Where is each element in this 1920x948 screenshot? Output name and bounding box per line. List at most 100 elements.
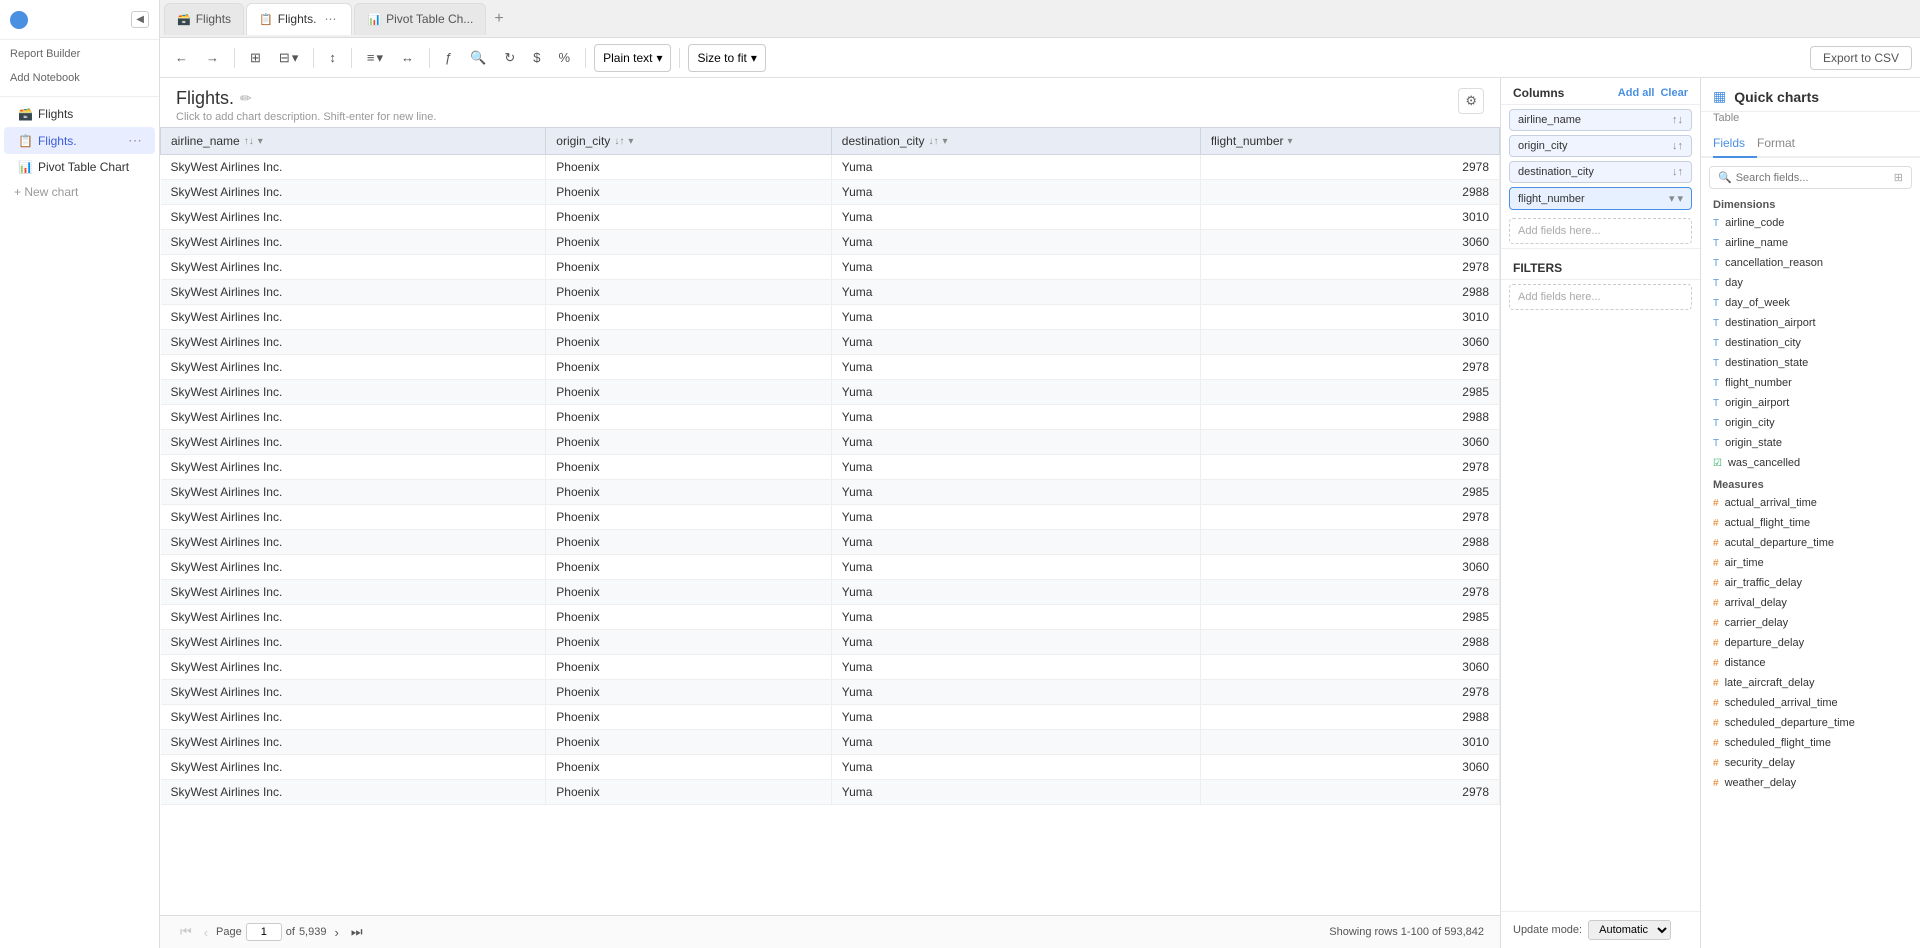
- table-row[interactable]: SkyWest Airlines Inc.PhoenixYuma3060: [161, 430, 1500, 455]
- field-item-destination_city[interactable]: T destination_city: [1701, 333, 1920, 353]
- field-item-day_of_week[interactable]: T day_of_week: [1701, 293, 1920, 313]
- field-item-air_traffic_delay[interactable]: # air_traffic_delay: [1701, 573, 1920, 593]
- table-row[interactable]: SkyWest Airlines Inc.PhoenixYuma2978: [161, 455, 1500, 480]
- field-item-late_aircraft_delay[interactable]: # late_aircraft_delay: [1701, 673, 1920, 693]
- filter-icon-flight-number[interactable]: ▾: [1288, 136, 1293, 147]
- field-item-scheduled_arrival_time[interactable]: # scheduled_arrival_time: [1701, 693, 1920, 713]
- add-columns-placeholder[interactable]: Add fields here...: [1509, 218, 1692, 244]
- sort-icon-origin-city[interactable]: ↓↑: [614, 136, 624, 147]
- field-item-actual_arrival_time[interactable]: # actual_arrival_time: [1701, 493, 1920, 513]
- sidebar-item-more-button[interactable]: ⋯: [125, 132, 145, 149]
- size-to-fit-select[interactable]: Size to fit ▾: [688, 44, 765, 72]
- sidebar-item-flights[interactable]: 🗃️ Flights: [4, 102, 155, 126]
- chip-sort-icon[interactable]: ↓↑: [1672, 140, 1683, 152]
- column-chip-origin_city[interactable]: origin_city ↓↑: [1509, 135, 1692, 157]
- filter-icon-destination-city[interactable]: ▾: [943, 136, 948, 147]
- table-row[interactable]: SkyWest Airlines Inc.PhoenixYuma2978: [161, 355, 1500, 380]
- table-row[interactable]: SkyWest Airlines Inc.PhoenixYuma2988: [161, 630, 1500, 655]
- filter-button[interactable]: 🔍: [463, 46, 493, 70]
- field-item-scheduled_flight_time[interactable]: # scheduled_flight_time: [1701, 733, 1920, 753]
- field-item-scheduled_departure_time[interactable]: # scheduled_departure_time: [1701, 713, 1920, 733]
- export-csv-button[interactable]: Export to CSV: [1810, 46, 1912, 70]
- add-all-button[interactable]: Add all: [1618, 87, 1655, 99]
- tab-flights[interactable]: 🗃️ Flights: [164, 3, 244, 35]
- chip-arrow-icon[interactable]: ▾: [1677, 192, 1683, 205]
- chart-edit-icon[interactable]: ✏: [240, 90, 252, 107]
- update-mode-select[interactable]: Automatic Manual: [1588, 920, 1671, 940]
- field-item-destination_state[interactable]: T destination_state: [1701, 353, 1920, 373]
- field-item-cancellation_reason[interactable]: T cancellation_reason: [1701, 253, 1920, 273]
- table-row[interactable]: SkyWest Airlines Inc.PhoenixYuma3010: [161, 205, 1500, 230]
- sidebar-item-report-builder[interactable]: Report Builder: [0, 40, 159, 64]
- field-item-origin_city[interactable]: T origin_city: [1701, 413, 1920, 433]
- table-row[interactable]: SkyWest Airlines Inc.PhoenixYuma3060: [161, 655, 1500, 680]
- pivot-button[interactable]: ↻: [497, 46, 522, 70]
- table-row[interactable]: SkyWest Airlines Inc.PhoenixYuma2978: [161, 155, 1500, 180]
- table-row[interactable]: SkyWest Airlines Inc.PhoenixYuma2978: [161, 780, 1500, 805]
- chip-sort-icon[interactable]: ↓↑: [1672, 166, 1683, 178]
- field-item-carrier_delay[interactable]: # carrier_delay: [1701, 613, 1920, 633]
- view-toggle-button[interactable]: ⊞: [243, 46, 268, 70]
- field-item-arrival_delay[interactable]: # arrival_delay: [1701, 593, 1920, 613]
- field-item-origin_airport[interactable]: T origin_airport: [1701, 393, 1920, 413]
- table-row[interactable]: SkyWest Airlines Inc.PhoenixYuma3060: [161, 755, 1500, 780]
- field-item-acutal_departure_time[interactable]: # acutal_departure_time: [1701, 533, 1920, 553]
- align-button[interactable]: ≡ ▾: [360, 46, 390, 70]
- chip-sort-icon[interactable]: ↑↓: [1672, 114, 1683, 126]
- search-input[interactable]: [1736, 172, 1890, 184]
- first-page-button[interactable]: ⏮: [176, 922, 196, 942]
- table-row[interactable]: SkyWest Airlines Inc.PhoenixYuma2988: [161, 405, 1500, 430]
- table-row[interactable]: SkyWest Airlines Inc.PhoenixYuma3010: [161, 730, 1500, 755]
- sort-icon-destination-city[interactable]: ↓↑: [929, 136, 939, 147]
- chart-settings-button[interactable]: ⚙: [1458, 88, 1484, 114]
- sidebar-item-add-notebook[interactable]: Add Notebook: [0, 64, 159, 88]
- next-page-button[interactable]: ›: [330, 923, 342, 942]
- table-row[interactable]: SkyWest Airlines Inc.PhoenixYuma2985: [161, 380, 1500, 405]
- data-table-wrapper[interactable]: airline_name ↑↓ ▾ origin_city ↓↑ ▾: [160, 127, 1500, 915]
- prev-page-button[interactable]: ‹: [200, 923, 212, 942]
- filter-icon-airline-name[interactable]: ▾: [258, 136, 263, 147]
- table-row[interactable]: SkyWest Airlines Inc.PhoenixYuma3010: [161, 305, 1500, 330]
- table-row[interactable]: SkyWest Airlines Inc.PhoenixYuma2988: [161, 280, 1500, 305]
- forward-button[interactable]: →: [199, 46, 226, 69]
- table-row[interactable]: SkyWest Airlines Inc.PhoenixYuma2988: [161, 705, 1500, 730]
- percent-button[interactable]: %: [552, 46, 578, 69]
- field-item-departure_delay[interactable]: # departure_delay: [1701, 633, 1920, 653]
- column-chip-airline_name[interactable]: airline_name ↑↓: [1509, 109, 1692, 131]
- tab-fields[interactable]: Fields: [1713, 130, 1757, 158]
- table-row[interactable]: SkyWest Airlines Inc.PhoenixYuma2985: [161, 605, 1500, 630]
- sidebar-add-chart[interactable]: + New chart: [0, 180, 159, 204]
- table-row[interactable]: SkyWest Airlines Inc.PhoenixYuma2978: [161, 680, 1500, 705]
- table-row[interactable]: SkyWest Airlines Inc.PhoenixYuma3060: [161, 230, 1500, 255]
- table-row[interactable]: SkyWest Airlines Inc.PhoenixYuma2988: [161, 530, 1500, 555]
- field-item-security_delay[interactable]: # security_delay: [1701, 753, 1920, 773]
- field-item-actual_flight_time[interactable]: # actual_flight_time: [1701, 513, 1920, 533]
- field-item-air_time[interactable]: # air_time: [1701, 553, 1920, 573]
- clear-button[interactable]: Clear: [1660, 87, 1688, 99]
- field-item-weather_delay[interactable]: # weather_delay: [1701, 773, 1920, 793]
- table-row[interactable]: SkyWest Airlines Inc.PhoenixYuma2978: [161, 255, 1500, 280]
- sidebar-item-pivot-table[interactable]: 📊 Pivot Table Chart: [4, 155, 155, 179]
- field-item-airline_name[interactable]: T airline_name: [1701, 233, 1920, 253]
- tab-pivot[interactable]: 📊 Pivot Table Ch...: [354, 3, 486, 35]
- add-filters-placeholder[interactable]: Add fields here...: [1509, 284, 1692, 310]
- column-chip-flight_number[interactable]: flight_number ▾ ▾: [1509, 187, 1692, 210]
- sort-button[interactable]: ↕: [322, 46, 343, 69]
- table-row[interactable]: SkyWest Airlines Inc.PhoenixYuma3060: [161, 555, 1500, 580]
- chart-description[interactable]: Click to add chart description. Shift-en…: [176, 111, 436, 123]
- view-mode-button[interactable]: ⊟ ▾: [272, 46, 305, 70]
- table-row[interactable]: SkyWest Airlines Inc.PhoenixYuma2988: [161, 180, 1500, 205]
- plain-text-select[interactable]: Plain text ▾: [594, 44, 671, 72]
- column-chip-destination_city[interactable]: destination_city ↓↑: [1509, 161, 1692, 183]
- field-item-flight_number[interactable]: T flight_number: [1701, 373, 1920, 393]
- table-row[interactable]: SkyWest Airlines Inc.PhoenixYuma2978: [161, 580, 1500, 605]
- currency-button[interactable]: $: [526, 46, 547, 69]
- chip-sort-icon[interactable]: ▾: [1669, 192, 1675, 205]
- sidebar-item-flights-table[interactable]: 📋 Flights. ⋯: [4, 127, 155, 154]
- field-item-origin_state[interactable]: T origin_state: [1701, 433, 1920, 453]
- col-header-destination-city[interactable]: destination_city ↓↑ ▾: [831, 128, 1200, 155]
- resize-button[interactable]: ↔: [394, 46, 421, 69]
- tab-format[interactable]: Format: [1757, 130, 1807, 158]
- tab-more-button[interactable]: ⋯: [321, 12, 339, 26]
- sidebar-toggle-button[interactable]: ◀: [131, 11, 149, 28]
